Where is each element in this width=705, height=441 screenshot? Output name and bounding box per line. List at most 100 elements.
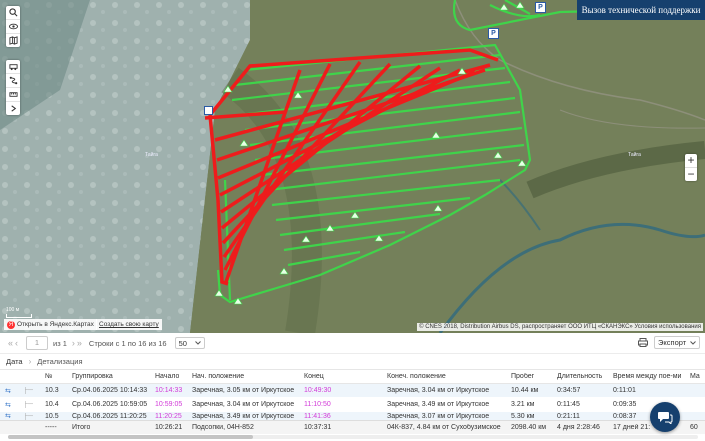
col-header-between[interactable]: Время между пое-ми: [613, 373, 681, 380]
pager-prev-buttons[interactable]: «‹: [8, 338, 20, 348]
rows-per-page-select[interactable]: 50: [174, 337, 205, 349]
chevron-down-icon: [194, 341, 201, 345]
chevron-down-icon: [690, 340, 696, 345]
map-toolbar-top: [6, 6, 20, 47]
total-label: Итого: [72, 424, 91, 431]
zoom-out-button[interactable]: −: [685, 168, 697, 181]
chevron-right-icon: [10, 105, 16, 112]
vehicle-icon: [8, 64, 18, 71]
cell-end[interactable]: 11:41:36: [304, 413, 331, 420]
cell-end[interactable]: 10:49:30: [304, 387, 331, 394]
eye-icon: [8, 23, 18, 30]
cell-num: 10.5: [45, 412, 59, 420]
map-toolbar-bottom: [6, 60, 20, 115]
route-icon: [9, 76, 17, 85]
total-start-pos: Подсопки, 04Н-852: [192, 424, 254, 431]
map-scale: 100 м: [6, 307, 32, 318]
printer-icon: [638, 338, 648, 347]
col-header-group[interactable]: Группировка: [72, 373, 113, 380]
place-label-left-text: Тайга: [145, 152, 158, 158]
place-label-right-text: Тайга: [628, 152, 641, 158]
map-search-button[interactable]: [6, 6, 20, 20]
open-yandex-link[interactable]: Я Открыть в Яндекс.Картах: [4, 319, 97, 330]
parking-marker-1[interactable]: P: [488, 28, 499, 39]
route-row-icon[interactable]: ⇆: [5, 412, 11, 420]
chat-icon: [658, 412, 673, 424]
table-row[interactable]: ⇆ ├─ 10.4 Ср.04.06.2025 10:59:05 10:59:0…: [0, 398, 705, 411]
start-flag-icon[interactable]: [204, 106, 213, 115]
cell-start[interactable]: 10:59:05: [155, 401, 182, 408]
col-header-num[interactable]: №: [45, 373, 53, 380]
satellite-imagery: [0, 0, 705, 333]
tree-line-icon: ├─: [23, 412, 33, 420]
tree-line-icon: ├─: [23, 387, 33, 394]
col-header-end[interactable]: Конец: [304, 373, 324, 380]
map-expand-button[interactable]: [6, 102, 20, 115]
map-layers-button[interactable]: [6, 34, 20, 47]
page-input[interactable]: 1: [26, 336, 49, 350]
cell-end-pos: Заречная, 3.49 км от Иркутское: [387, 401, 490, 408]
export-select[interactable]: Экспорт: [654, 336, 700, 349]
table-header: № Группировка Начало Нач. положение Коне…: [0, 370, 705, 384]
route-row-icon[interactable]: ⇆: [5, 401, 11, 409]
trips-table: № Группировка Начало Нач. положение Коне…: [0, 370, 705, 434]
export-label: Экспорт: [658, 338, 687, 347]
map-view-button[interactable]: [6, 20, 20, 34]
tree-line-icon: ├─: [23, 401, 33, 408]
cell-between: 0:09:35: [613, 401, 637, 408]
cell-duration: 0:11:45: [557, 401, 580, 408]
cell-mileage: 3.21 км: [511, 401, 535, 408]
map-view[interactable]: P P Тайга Тайга Вызов технической поддер…: [0, 0, 705, 333]
map-ruler-button[interactable]: [6, 88, 20, 102]
table-horizontal-scrollbar[interactable]: [8, 435, 698, 439]
zoom-in-button[interactable]: +: [685, 154, 697, 168]
pager-bar: «‹ 1 из 1 ›» Строки с 1 по 16 из 16 50 Э…: [0, 333, 705, 354]
scrollbar-thumb[interactable]: [8, 435, 253, 439]
cell-start[interactable]: 10:14:33: [155, 387, 182, 394]
print-button[interactable]: [638, 338, 648, 349]
total-start: 10:26:21: [155, 424, 183, 431]
map-track-button[interactable]: [6, 60, 20, 74]
cell-end-pos: Заречная, 3.07 км от Иркутское: [387, 412, 490, 420]
total-duration: 4 дня 2:28:46: [557, 424, 600, 431]
cell-start-pos: Заречная, 3.05 км от Иркутское: [192, 387, 295, 394]
chat-button[interactable]: [650, 402, 680, 432]
support-button[interactable]: Вызов технической поддержки: [577, 0, 705, 20]
col-header-mileage[interactable]: Пробег: [511, 373, 534, 380]
total-end: 10:37:31: [304, 424, 332, 431]
cell-start-pos: Заречная, 3.04 км от Иркутское: [192, 401, 295, 408]
scale-label: 100 м: [6, 307, 20, 313]
col-header-extra[interactable]: Ма: [690, 373, 700, 380]
map-route-button[interactable]: [6, 74, 20, 88]
tab-date[interactable]: Дата: [0, 354, 29, 369]
parking-marker-2[interactable]: P: [535, 2, 546, 13]
cell-duration: 0:34:57: [557, 387, 581, 394]
table-row[interactable]: ⇆ ├─ 10.5 Ср.04.06.2025 11:20:25 11:20:2…: [0, 412, 705, 420]
create-map-link[interactable]: Создать свою карту: [96, 319, 162, 330]
cell-between: 0:08:37: [613, 412, 637, 420]
cell-duration: 0:21:11: [557, 412, 580, 420]
total-mileage: 2098.40 км: [511, 424, 547, 431]
col-header-start[interactable]: Начало: [155, 373, 179, 380]
ruler-icon: [8, 92, 18, 97]
total-end-pos: 04К-837, 4.84 км от Сухобузимское: [387, 424, 501, 431]
tab-detail[interactable]: Детализация: [31, 354, 88, 369]
rows-per-page-value: 50: [178, 338, 187, 348]
pager-next-buttons[interactable]: ›»: [72, 338, 84, 348]
rows-range-label: Строки с 1 по 16 из 16: [88, 338, 167, 348]
zoom-control: + −: [685, 154, 697, 181]
route-row-icon[interactable]: ⇆: [5, 387, 11, 395]
cell-num: 10.4: [45, 401, 59, 408]
col-header-end-pos[interactable]: Конеч. положение: [387, 373, 446, 380]
col-header-start-pos[interactable]: Нач. положение: [192, 373, 244, 380]
table-row[interactable]: ⇆ ├─ 10.3 Ср.04.06.2025 10:14:33 10:14:3…: [0, 384, 705, 397]
total-extra: 60: [690, 424, 698, 431]
cell-end[interactable]: 11:10:50: [304, 401, 331, 408]
col-header-duration[interactable]: Длительность: [557, 373, 602, 380]
cell-start[interactable]: 11:20:25: [155, 413, 182, 420]
cell-between: 0:11:01: [613, 387, 636, 394]
cell-start-pos: Заречная, 3.49 км от Иркутское: [192, 412, 295, 420]
cell-group: Ср.04.06.2025 10:59:05: [72, 401, 148, 408]
table-total-row: ----- Итого 10:26:21 Подсопки, 04Н-852 1…: [0, 420, 705, 434]
breadcrumb-tabs: Дата › Детализация: [0, 354, 705, 370]
